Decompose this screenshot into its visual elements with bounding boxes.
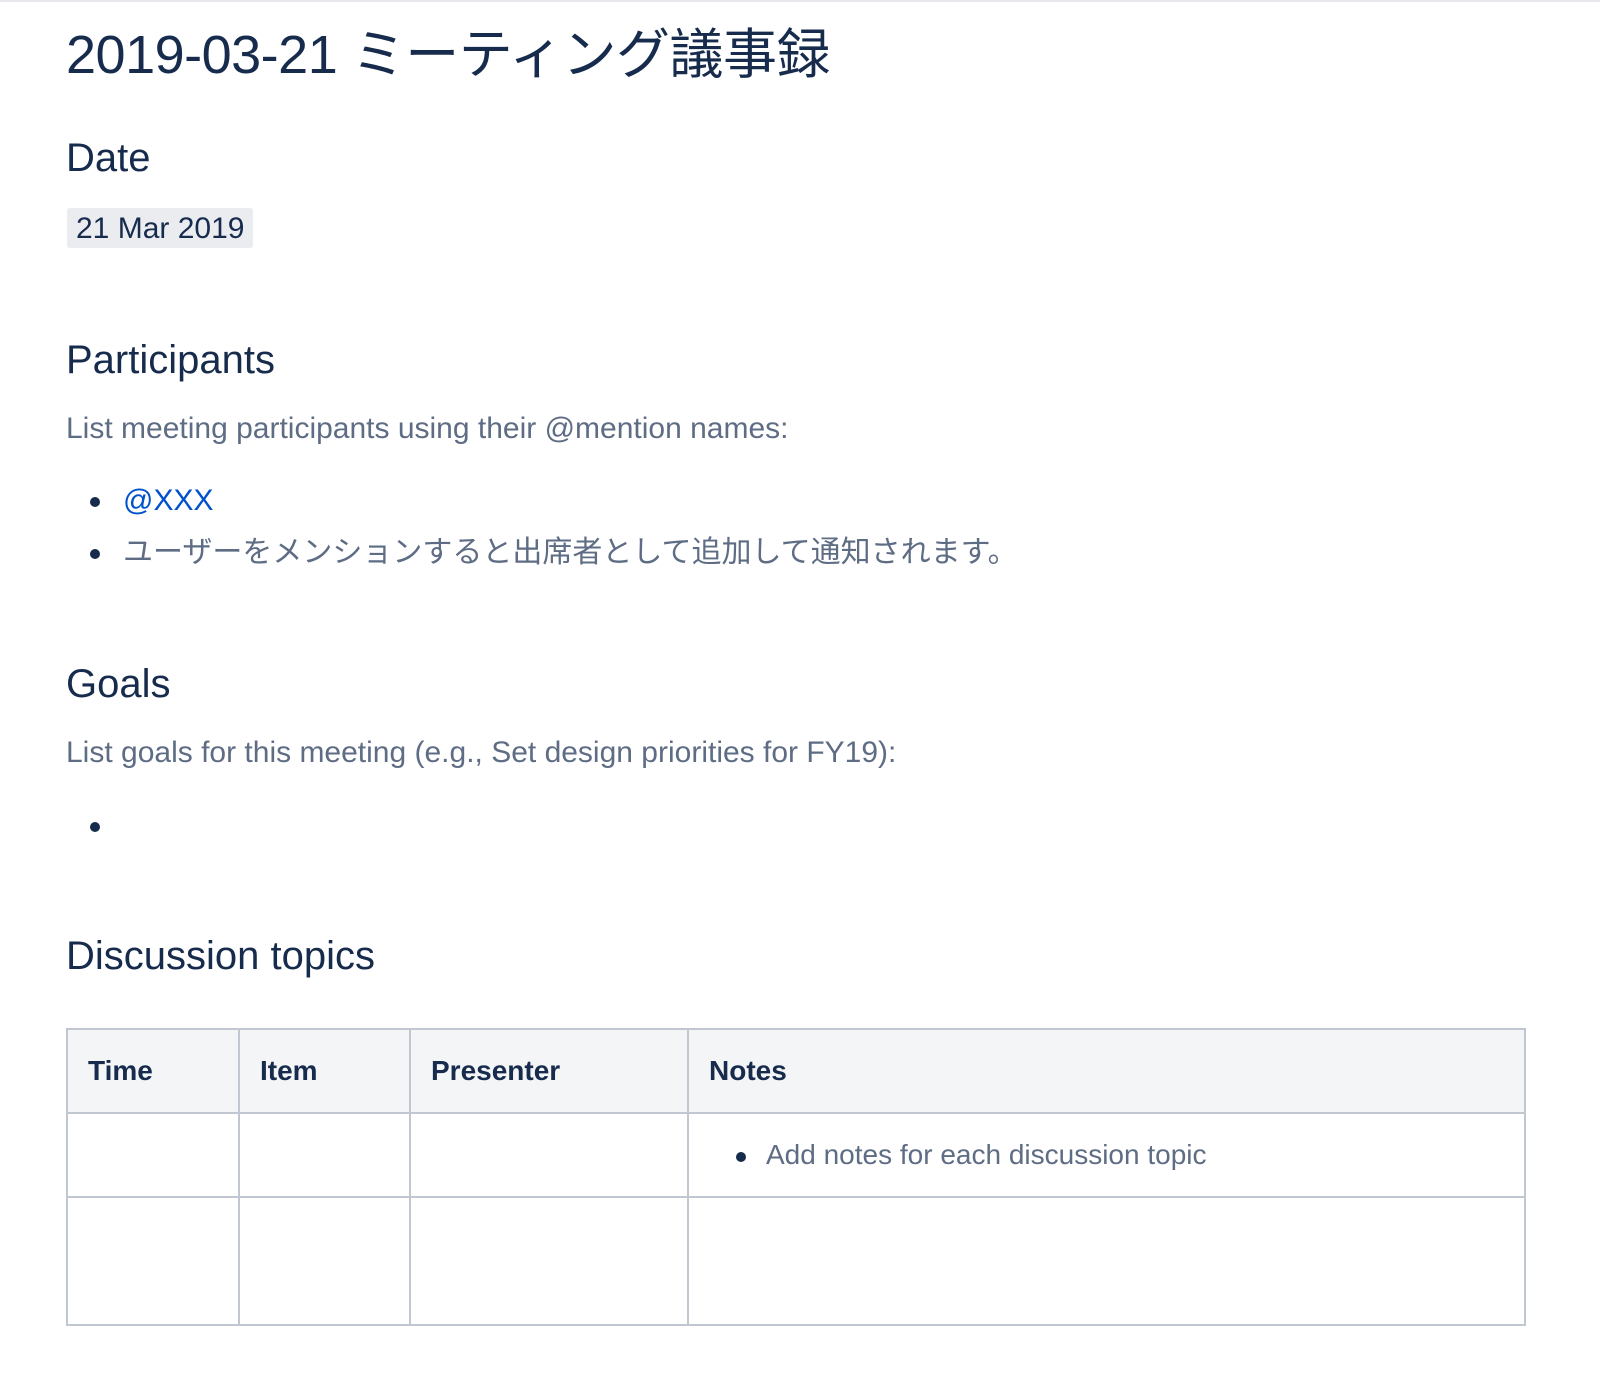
participants-instruction: ユーザーをメンションすると出席者として追加して通知されます。	[123, 536, 1018, 569]
bullet-icon	[736, 1152, 746, 1162]
top-divider	[0, 0, 1600, 2]
date-heading: Date	[66, 136, 151, 180]
goals-hint: List goals for this meeting (e.g., Set d…	[66, 736, 897, 769]
table-row: Add notes for each discussion topic	[66, 1112, 1526, 1198]
notes-placeholder: Add notes for each discussion topic	[766, 1139, 1207, 1170]
list-item: ユーザーをメンションすると出席者として追加して通知されます。	[66, 527, 1018, 579]
list-item[interactable]	[66, 800, 123, 852]
discussion-table: Time Item Presenter Notes Add notes for …	[66, 1028, 1526, 1326]
table-header-row: Time Item Presenter Notes	[66, 1028, 1526, 1114]
table-row	[66, 1196, 1526, 1326]
column-header-notes[interactable]: Notes	[687, 1028, 1526, 1114]
participants-hint: List meeting participants using their @m…	[66, 412, 789, 445]
date-lozenge[interactable]: 21 Mar 2019	[67, 208, 254, 248]
column-header-item[interactable]: Item	[238, 1028, 411, 1114]
bullet-icon	[90, 822, 100, 832]
page-title: 2019-03-21 ミーティング議事録	[66, 25, 831, 85]
participants-list: @XXX ユーザーをメンションすると出席者として追加して通知されます。	[66, 475, 1018, 579]
participants-heading: Participants	[66, 338, 275, 382]
cell-time[interactable]	[66, 1112, 240, 1198]
column-header-time[interactable]: Time	[66, 1028, 240, 1114]
cell-item[interactable]	[238, 1112, 411, 1198]
cell-presenter[interactable]	[409, 1112, 689, 1198]
cell-item[interactable]	[238, 1196, 411, 1326]
discussion-heading: Discussion topics	[66, 934, 376, 978]
bullet-icon	[90, 497, 100, 507]
bullet-icon	[90, 549, 100, 559]
user-mention-link[interactable]: @XXX	[123, 484, 213, 517]
goals-list	[66, 800, 123, 852]
column-header-presenter[interactable]: Presenter	[409, 1028, 689, 1114]
goals-heading: Goals	[66, 662, 171, 706]
cell-notes[interactable]	[687, 1196, 1526, 1326]
cell-time[interactable]	[66, 1196, 240, 1326]
list-item: Add notes for each discussion topic	[709, 1139, 1504, 1171]
list-item: @XXX	[66, 475, 1018, 527]
cell-presenter[interactable]	[409, 1196, 689, 1326]
cell-notes[interactable]: Add notes for each discussion topic	[687, 1112, 1526, 1198]
